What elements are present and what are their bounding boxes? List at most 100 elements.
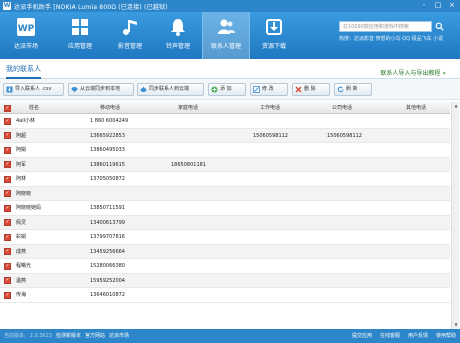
- svg-text:WP: WP: [18, 24, 35, 34]
- nav-item-contacts[interactable]: 联系人管理: [202, 12, 250, 59]
- table-row[interactable]: ✓ 阿娟 13860495033: [0, 143, 450, 158]
- cell-name: 阿超: [16, 132, 27, 139]
- cloud-down-icon: [71, 87, 78, 93]
- row-checkbox[interactable]: ✓: [4, 175, 11, 183]
- cell-work: 15060598112: [253, 132, 288, 139]
- vertical-scrollbar[interactable]: ▲ ▼: [451, 102, 459, 329]
- close-button[interactable]: ×: [447, 1, 457, 10]
- row-checkbox[interactable]: ✓: [4, 117, 11, 125]
- column-header-work[interactable]: 工作电话: [240, 102, 300, 114]
- select-all-checkbox[interactable]: ✓: [4, 104, 11, 112]
- bell-icon: [167, 16, 189, 38]
- column-header-mobile[interactable]: 移动电话: [80, 102, 140, 114]
- row-checkbox[interactable]: ✓: [4, 262, 11, 270]
- cell-mobile: 13665922853: [90, 132, 125, 139]
- nav-item-apps[interactable]: 应用管理: [56, 12, 104, 59]
- row-checkbox[interactable]: ✓: [4, 161, 11, 168]
- cell-mobile: 13459256664: [90, 248, 125, 255]
- scroll-down-arrow-icon[interactable]: ▼: [452, 321, 460, 329]
- download-icon: [263, 16, 285, 38]
- online-service-link[interactable]: 在线客服: [380, 329, 400, 343]
- nav-label: 影音管理: [117, 43, 142, 50]
- table-row[interactable]: ✓ 阿晓晓她妈 13850711591: [0, 201, 450, 216]
- table-row[interactable]: ✓ 程曙光 15280066380: [0, 259, 450, 274]
- maximize-button[interactable]: □: [433, 1, 443, 10]
- import-icon: [6, 86, 13, 93]
- row-checkbox[interactable]: ✓: [4, 219, 11, 226]
- cell-mobile: 13646010872: [90, 292, 125, 298]
- column-header-company[interactable]: 公司电话: [312, 102, 372, 114]
- hot-search-words[interactable]: 热搜：达派影音 愤怒的小鸟 QQ 极品飞车 小说: [339, 35, 443, 42]
- sync-to-cloud-button[interactable]: 同步联系人到云端: [137, 83, 204, 96]
- add-contact-button[interactable]: 添 加: [208, 83, 246, 96]
- cell-home: 18650801181: [171, 161, 206, 168]
- table-row[interactable]: ✓ 彩娟 13799707816: [0, 230, 450, 245]
- table-row[interactable]: ✓ 阿晓晓: [0, 186, 450, 201]
- row-checkbox[interactable]: ✓: [4, 190, 11, 197]
- status-footer: 当前版本: 2.0.3623 检测新版本 官方网站 达派市场 提交应用 在线客服…: [0, 329, 460, 343]
- contacts-table: ✓ 姓名 移动电话 家庭电话 工作电话 公司电话 其他电话 ✓ 4all小林 1 8…: [0, 102, 460, 329]
- nav-item-download[interactable]: 资源下载: [250, 12, 298, 59]
- cell-mobile: 13860495033: [90, 147, 125, 153]
- table-row[interactable]: ✓ 成燕 13459256664: [0, 244, 450, 259]
- column-header-home[interactable]: 家庭电话: [158, 102, 218, 114]
- footer-right: 提交应用 在线客服 用户反馈 使用帮助: [352, 329, 456, 343]
- row-checkbox[interactable]: ✓: [4, 248, 11, 255]
- cell-mobile: 1 860 6004249: [90, 118, 129, 124]
- feedback-link[interactable]: 用户反馈: [408, 329, 428, 343]
- row-checkbox[interactable]: ✓: [4, 277, 11, 284]
- delete-contact-button[interactable]: 删 除: [292, 83, 330, 96]
- table-row[interactable]: ✓ 佩灵 13400613799: [0, 215, 450, 230]
- button-label: 导入联系人 .csv: [15, 86, 52, 92]
- check-update-link[interactable]: 检测新版本: [56, 329, 81, 343]
- submit-app-link[interactable]: 提交应用: [352, 329, 372, 343]
- scroll-up-arrow-icon[interactable]: ▲: [452, 102, 460, 110]
- version-number: 2.0.3623: [29, 333, 52, 339]
- contacts-toolbar: 导入联系人 .csv 从云端同步到本地 同步联系人到云端 添 加 修 改 删 除…: [0, 79, 460, 100]
- delete-icon: [295, 86, 302, 93]
- cell-name: 彩娟: [16, 234, 27, 240]
- nav-label: 应用管理: [67, 43, 92, 50]
- button-label: 从云端同步到本地: [80, 86, 121, 92]
- table-row[interactable]: ✓ 阿军 13860119615 18650801181: [0, 157, 450, 172]
- button-label: 修 改: [262, 86, 274, 92]
- minimize-button[interactable]: -: [419, 1, 429, 10]
- grid-apps-icon: [69, 16, 91, 38]
- cell-name: 阿林: [16, 176, 27, 182]
- footer-left: 当前版本: 2.0.3623 检测新版本 官方网站 达派市场: [4, 329, 129, 343]
- row-checkbox[interactable]: ✓: [4, 233, 11, 241]
- row-checkbox[interactable]: ✓: [4, 291, 11, 299]
- cell-mobile: 13705050872: [90, 176, 125, 182]
- cell-company: 15060598112: [327, 132, 362, 139]
- sync-from-cloud-button[interactable]: 从云端同步到本地: [68, 83, 134, 96]
- table-row[interactable]: ✓ 温燕 15959252004: [0, 273, 450, 288]
- table-row[interactable]: ✓ 传海 13646010872: [0, 288, 450, 303]
- help-link[interactable]: 使用帮助: [436, 329, 456, 343]
- edit-contact-button[interactable]: 修 改: [250, 83, 288, 96]
- search-input[interactable]: 在10090款应用和游戏中搜索: [339, 21, 432, 32]
- nav-label: 资源下载: [261, 43, 286, 50]
- cell-name: 4all小林: [16, 118, 36, 124]
- import-export-tutorial-link[interactable]: 联系人导入与导出教程 »: [380, 68, 446, 77]
- cell-name: 温燕: [16, 277, 27, 284]
- official-site-link[interactable]: 官方网站: [85, 329, 105, 343]
- row-checkbox[interactable]: ✓: [4, 132, 11, 139]
- table-row[interactable]: ✓ 阿林 13705050872: [0, 172, 450, 187]
- button-label: 添 加: [220, 86, 232, 92]
- refresh-button[interactable]: 刷 新: [334, 83, 372, 96]
- tab-my-contacts[interactable]: 我的联系人: [6, 64, 41, 79]
- column-header-other[interactable]: 其他电话: [386, 102, 446, 114]
- table-row[interactable]: ✓ 阿超 13665922853 15060598112 15060598112: [0, 128, 450, 143]
- column-header-name[interactable]: 姓名: [14, 102, 54, 114]
- import-contacts-button[interactable]: 导入联系人 .csv: [3, 83, 64, 96]
- cell-mobile: 13400613799: [90, 219, 125, 226]
- search-button[interactable]: [434, 21, 445, 32]
- row-checkbox[interactable]: ✓: [4, 204, 11, 212]
- market-link[interactable]: 达派市场: [109, 329, 129, 343]
- nav-item-ringtone[interactable]: 铃声管理: [154, 12, 202, 59]
- nav-item-market[interactable]: WP 达派市场: [2, 12, 50, 59]
- table-row[interactable]: ✓ 4all小林 1 860 6004249: [0, 114, 450, 129]
- nav-item-media[interactable]: 影音管理: [106, 12, 154, 59]
- cell-name: 传海: [16, 292, 27, 298]
- row-checkbox[interactable]: ✓: [4, 146, 11, 154]
